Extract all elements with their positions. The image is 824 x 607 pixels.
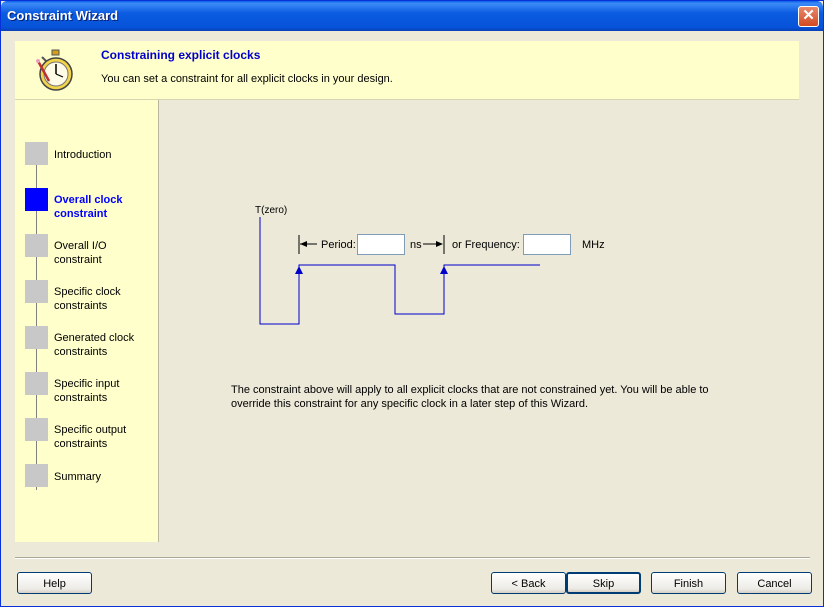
step-label: Specific output constraints xyxy=(54,424,127,450)
period-arrowhead-right xyxy=(436,241,443,247)
header-panel: Constraining explicit clocks You can set… xyxy=(15,41,799,100)
rising-edge-arrow xyxy=(295,266,303,274)
description-text: The constraint above will apply to all e… xyxy=(231,384,709,410)
steps-sidebar: Introduction Overall clock constraint Ov… xyxy=(15,100,159,542)
help-button[interactable]: Help xyxy=(17,572,92,594)
step-label: Specific clock constraints xyxy=(54,286,121,312)
frequency-input[interactable] xyxy=(523,234,571,255)
step-marker xyxy=(25,372,48,395)
step-marker xyxy=(25,142,48,165)
step-label: Overall clock constraint xyxy=(54,194,123,220)
skip-button[interactable]: Skip xyxy=(566,572,641,594)
period-label: Period: xyxy=(321,239,356,251)
main-content: T(zero) Period: ns or Frequency: MHz The… xyxy=(159,100,799,542)
waveform-svg xyxy=(259,217,540,325)
period-input[interactable] xyxy=(357,234,405,255)
footer-divider xyxy=(15,557,810,559)
stopwatch-icon xyxy=(36,49,73,91)
constraint-wizard-window: Constraint Wizard ✕ Constraining explici… xyxy=(0,0,824,607)
frequency-label: or Frequency: xyxy=(452,239,520,251)
step-marker xyxy=(25,464,48,487)
finish-button[interactable]: Finish xyxy=(651,572,726,594)
step-marker xyxy=(25,326,48,349)
close-icon: ✕ xyxy=(802,7,815,24)
t-zero-label: T(zero) xyxy=(255,205,288,216)
step-label: Summary xyxy=(54,471,102,483)
cancel-button[interactable]: Cancel xyxy=(737,572,812,594)
period-unit-label: ns xyxy=(410,239,422,251)
period-arrowhead-left xyxy=(300,241,307,247)
close-button[interactable]: ✕ xyxy=(798,6,819,27)
step-label: Specific input constraints xyxy=(54,378,120,404)
title-bar[interactable]: Constraint Wizard ✕ xyxy=(1,1,823,31)
header-title: Constraining explicit clocks xyxy=(101,48,261,62)
frequency-unit-label: MHz xyxy=(582,239,605,251)
step-marker-active xyxy=(25,188,48,211)
step-label: Overall I/O constraint xyxy=(54,240,107,266)
step-label: Generated clock constraints xyxy=(54,332,135,358)
step-marker xyxy=(25,418,48,441)
clock-waveform-diagram: T(zero) Period: ns or Frequency: MHz xyxy=(159,100,799,340)
step-label: Introduction xyxy=(54,149,112,161)
window-title: Constraint Wizard xyxy=(7,8,119,23)
step-marker xyxy=(25,234,48,257)
header-subtitle: You can set a constraint for all explici… xyxy=(101,73,393,85)
back-button[interactable]: < Back xyxy=(491,572,566,594)
rising-edge-arrow xyxy=(440,266,448,274)
step-marker xyxy=(25,280,48,303)
